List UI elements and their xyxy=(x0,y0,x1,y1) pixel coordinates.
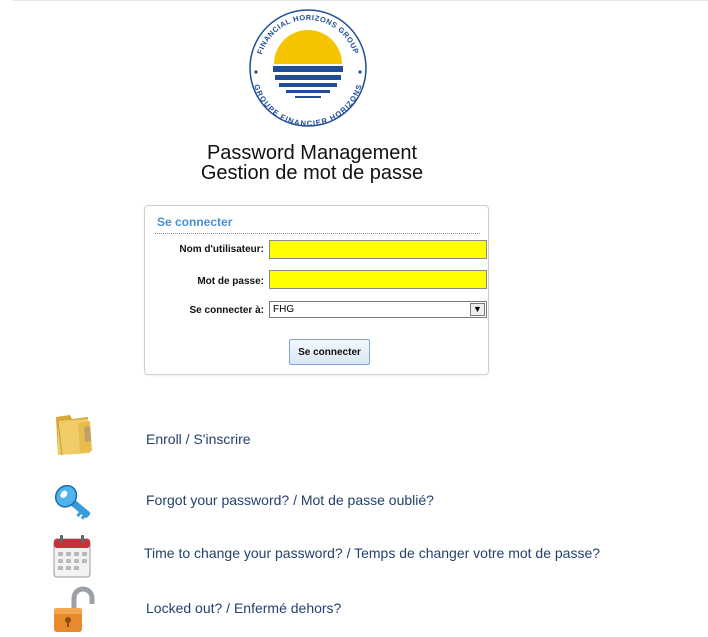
change-password-row: Time to change your password? / Temps de… xyxy=(48,531,708,581)
page-subtitle: Gestion de mot de passe xyxy=(200,162,424,184)
divider xyxy=(155,233,480,234)
domain-select[interactable]: FHG ▼ xyxy=(269,301,487,318)
calendar-icon xyxy=(53,535,91,578)
enroll-link[interactable]: Enroll / S'inscrire xyxy=(146,431,251,447)
username-label: Nom d'utilisateur: xyxy=(179,244,264,255)
change-password-link[interactable]: Time to change your password? / Temps de… xyxy=(144,545,600,561)
forgot-password-link[interactable]: Forgot your password? / Mot de passe oub… xyxy=(146,492,434,508)
password-label: Mot de passe: xyxy=(197,276,264,287)
enroll-row: Enroll / S'inscrire xyxy=(48,409,708,459)
login-button[interactable]: Se connecter xyxy=(289,339,370,365)
domain-selected-value: FHG xyxy=(273,304,295,315)
username-input[interactable] xyxy=(269,240,487,259)
key-icon xyxy=(54,484,91,520)
locked-out-row: Locked out? / Enfermé dehors? xyxy=(48,586,708,636)
locked-out-link[interactable]: Locked out? / Enfermé dehors? xyxy=(146,600,341,616)
login-panel-title: Se connecter xyxy=(157,215,233,229)
page: FINANCIAL HORIZONS GROUP GROUPE FINANCIE… xyxy=(12,0,708,637)
domain-label: Se connecter à: xyxy=(189,305,264,316)
forgot-password-row: Forgot your password? / Mot de passe oub… xyxy=(48,477,708,527)
password-input[interactable] xyxy=(269,270,487,289)
padlock-open-icon xyxy=(54,586,95,632)
login-panel: Se connecter Nom d'utilisateur: Mot de p… xyxy=(144,205,489,375)
chevron-down-icon[interactable]: ▼ xyxy=(470,303,485,316)
folder-icon xyxy=(56,415,92,456)
financial-horizons-logo: FINANCIAL HORIZONS GROUP GROUPE FINANCIE… xyxy=(249,9,367,128)
